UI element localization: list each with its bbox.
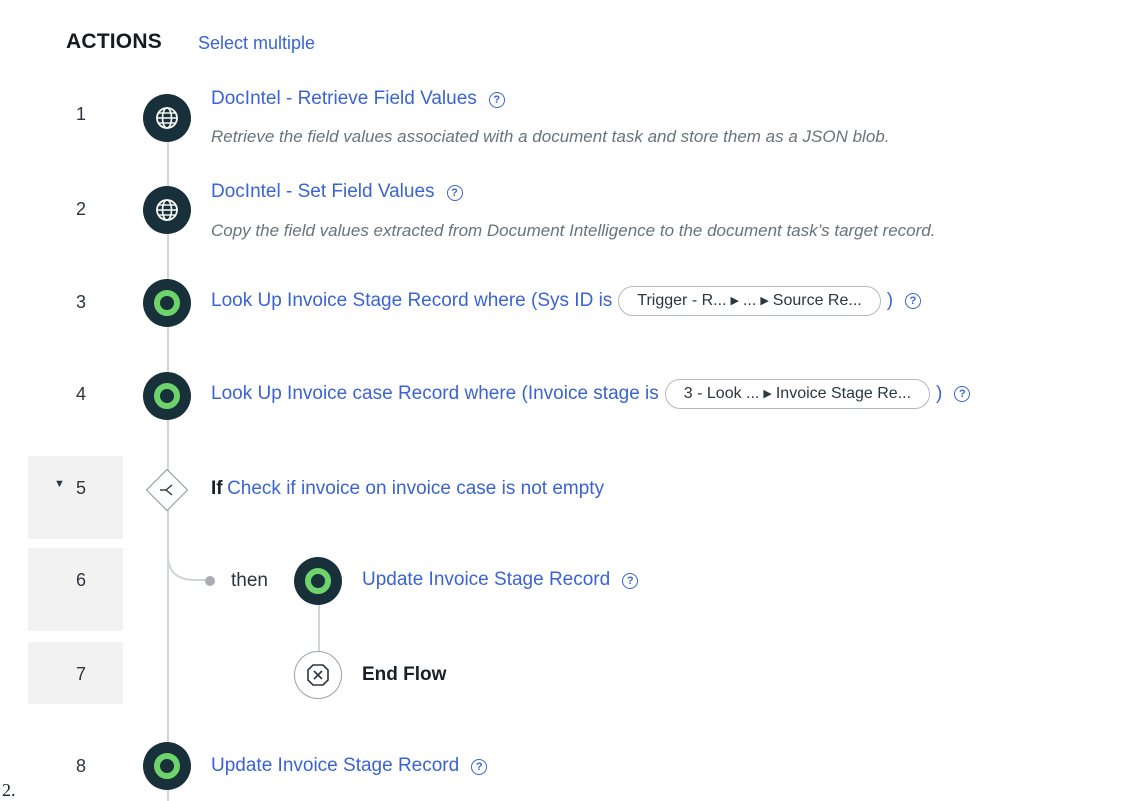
help-icon[interactable]: ? [622, 572, 639, 589]
help-icon[interactable]: ? [905, 293, 922, 309]
action-description: Retrieve the field values associated wit… [211, 127, 890, 146]
record-icon [294, 557, 342, 605]
row-number: 1 [75, 104, 86, 124]
action-row-1: DocIntel - Retrieve Field Values? [211, 88, 505, 110]
data-pill[interactable]: 3 - Look ... ▶ Invoice Stage Re... [664, 379, 931, 409]
collapse-caret-icon[interactable]: ▼ [54, 478, 65, 490]
row-number: 2 [75, 199, 86, 219]
pill-segment: Trigger - R... [637, 292, 727, 309]
end-flow-icon [294, 651, 342, 699]
close-paren: ) [936, 383, 943, 404]
action-title[interactable]: Update Invoice Stage Record [211, 755, 459, 776]
branch-icon [145, 468, 189, 512]
then-label: then [231, 570, 268, 591]
if-row: If Check if invoice on invoice case is n… [211, 478, 604, 500]
caret-right-icon: ▶ [760, 295, 769, 308]
help-icon[interactable]: ? [954, 386, 971, 402]
action-title[interactable]: DocIntel - Set Field Values [211, 181, 435, 202]
actions-heading: ACTIONS [66, 30, 162, 53]
action-title[interactable]: DocIntel - Retrieve Field Values [211, 88, 477, 109]
select-multiple-link[interactable]: Select multiple [198, 33, 315, 54]
help-icon[interactable]: ? [471, 758, 488, 775]
if-keyword: If [211, 478, 223, 499]
pill-segment: 3 - Look ... [683, 385, 760, 402]
row-number: 8 [75, 756, 86, 776]
globe-icon [143, 94, 191, 142]
action-description: Copy the field values extracted from Doc… [211, 221, 936, 240]
page-marker: 2. [2, 780, 16, 800]
end-flow-label: End Flow [362, 664, 447, 685]
row-number: 6 [75, 570, 86, 590]
if-condition[interactable]: Check if invoice on invoice case is not … [227, 478, 604, 499]
row-number: 4 [75, 384, 86, 404]
pill-segment: ... [742, 292, 757, 309]
action-row-6: Update Invoice Stage Record? [362, 569, 639, 591]
row-number: 7 [75, 664, 86, 684]
then-dot [205, 576, 215, 586]
data-pill[interactable]: Trigger - R... ▶... ▶ Source Re... [618, 286, 881, 316]
record-icon [143, 372, 191, 420]
help-icon[interactable]: ? [488, 91, 505, 108]
row-number: 3 [75, 292, 86, 312]
close-paren: ) [886, 290, 894, 311]
record-icon [143, 279, 191, 327]
caret-right-icon: ▶ [763, 388, 772, 401]
help-icon[interactable]: ? [446, 184, 463, 201]
action-title[interactable]: Look Up Invoice Stage Record where (Sys … [211, 290, 612, 312]
globe-icon [143, 186, 191, 234]
caret-right-icon: ▶ [730, 295, 739, 308]
row-number: 5 [75, 478, 86, 498]
action-row-3: Look Up Invoice Stage Record where (Sys … [211, 286, 922, 316]
action-title[interactable]: Update Invoice Stage Record [362, 569, 610, 590]
record-icon [143, 742, 191, 790]
action-title[interactable]: Look Up Invoice case Record where (Invoi… [211, 383, 659, 405]
pill-segment: Source Re... [772, 292, 862, 309]
pill-segment: Invoice Stage Re... [775, 385, 912, 402]
action-row-2: DocIntel - Set Field Values? [211, 181, 463, 203]
action-row-4: Look Up Invoice case Record where (Invoi… [211, 379, 971, 409]
action-row-8: Update Invoice Stage Record? [211, 755, 488, 777]
